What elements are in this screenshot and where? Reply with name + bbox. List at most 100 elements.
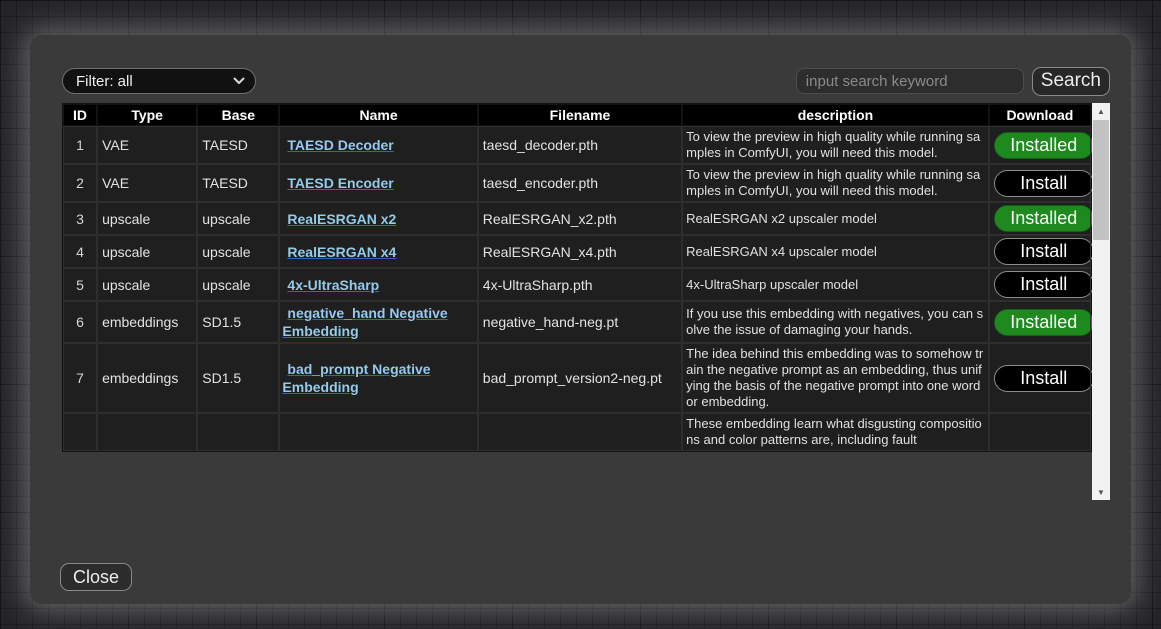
comfyui-canvas: { "dialog": { "filter": { "selected_labe…: [0, 0, 1161, 629]
cell-id: 3: [64, 203, 96, 234]
cell-filename: [479, 414, 681, 450]
cell-type: VAE: [98, 127, 196, 163]
search-input[interactable]: [796, 68, 1024, 94]
cell-filename: 4x-UltraSharp.pth: [479, 269, 681, 300]
cell-download: Install: [990, 165, 1090, 201]
cell-filename: bad_prompt_version2-neg.pt: [479, 344, 681, 412]
install-button[interactable]: Install: [994, 238, 1092, 265]
cell-download: [990, 414, 1090, 450]
col-header-name: Name: [280, 105, 476, 125]
cell-id: 4: [64, 236, 96, 267]
cell-name: TAESD Decoder: [280, 127, 476, 163]
cell-download: Installed: [990, 127, 1090, 163]
install-button[interactable]: Install: [994, 170, 1092, 197]
scroll-down-icon[interactable]: ▼: [1092, 484, 1110, 500]
col-header-description: description: [683, 105, 988, 125]
cell-type: [98, 414, 196, 450]
cell-download: Install: [990, 344, 1090, 412]
cell-name: 4x-UltraSharp: [280, 269, 476, 300]
col-header-id: ID: [64, 105, 96, 125]
models-scroll-area: ID Type Base Name Filename description D…: [62, 103, 1092, 500]
cell-name: RealESRGAN x4: [280, 236, 476, 267]
cell-filename: RealESRGAN_x2.pth: [479, 203, 681, 234]
cell-type: upscale: [98, 203, 196, 234]
cell-base: [198, 414, 278, 450]
install-button[interactable]: Install: [994, 271, 1092, 298]
scroll-up-icon[interactable]: ▲: [1092, 103, 1110, 119]
model-link[interactable]: negative_hand Negative Embedding: [282, 304, 472, 340]
cell-download: Install: [990, 269, 1090, 300]
model-link[interactable]: TAESD Decoder: [282, 136, 472, 154]
table-row: 6 embeddings SD1.5 negative_hand Negativ…: [64, 302, 1090, 342]
models-table-container: ID Type Base Name Filename description D…: [62, 103, 1110, 500]
models-table: ID Type Base Name Filename description D…: [62, 103, 1092, 452]
col-header-type: Type: [98, 105, 196, 125]
cell-base: upscale: [198, 236, 278, 267]
cell-download: Installed: [990, 203, 1090, 234]
cell-id: 5: [64, 269, 96, 300]
col-header-download: Download: [990, 105, 1090, 125]
install-button[interactable]: Installed: [994, 309, 1092, 336]
chevron-down-icon: [233, 77, 245, 85]
cell-description: These embedding learn what disgusting co…: [683, 414, 988, 450]
cell-id: 6: [64, 302, 96, 342]
filter-select-value: Filter: all: [76, 73, 133, 90]
close-button[interactable]: Close: [60, 563, 132, 591]
cell-download: Install: [990, 236, 1090, 267]
model-link[interactable]: 4x-UltraSharp: [282, 276, 472, 294]
cell-name: bad_prompt Negative Embedding: [280, 344, 476, 412]
cell-type: upscale: [98, 269, 196, 300]
cell-name: RealESRGAN x2: [280, 203, 476, 234]
cell-description: If you use this embedding with negatives…: [683, 302, 988, 342]
model-link[interactable]: RealESRGAN x4: [282, 243, 472, 261]
cell-description: To view the preview in high quality whil…: [683, 165, 988, 201]
table-row: 2 VAE TAESD TAESD Encoder taesd_encoder.…: [64, 165, 1090, 201]
cell-type: embeddings: [98, 344, 196, 412]
cell-name: [280, 414, 476, 450]
table-row: 7 embeddings SD1.5 bad_prompt Negative E…: [64, 344, 1090, 412]
cell-base: SD1.5: [198, 344, 278, 412]
cell-description: RealESRGAN x4 upscaler model: [683, 236, 988, 267]
cell-filename: RealESRGAN_x4.pth: [479, 236, 681, 267]
table-row: These embedding learn what disgusting co…: [64, 414, 1090, 450]
cell-description: To view the preview in high quality whil…: [683, 127, 988, 163]
model-table-body: 1 VAE TAESD TAESD Decoder taesd_decoder.…: [64, 127, 1090, 450]
search-button[interactable]: Search: [1032, 67, 1110, 96]
cell-description: RealESRGAN x2 upscaler model: [683, 203, 988, 234]
cell-id: 7: [64, 344, 96, 412]
cell-filename: taesd_decoder.pth: [479, 127, 681, 163]
install-button[interactable]: Install: [994, 365, 1092, 392]
cell-id: 2: [64, 165, 96, 201]
cell-base: TAESD: [198, 165, 278, 201]
cell-id: 1: [64, 127, 96, 163]
table-header-row: ID Type Base Name Filename description D…: [64, 105, 1090, 125]
dialog-toolbar: Filter: all Search: [62, 66, 1110, 96]
model-link[interactable]: RealESRGAN x2: [282, 210, 472, 228]
cell-type: embeddings: [98, 302, 196, 342]
table-row: 1 VAE TAESD TAESD Decoder taesd_decoder.…: [64, 127, 1090, 163]
cell-base: upscale: [198, 203, 278, 234]
col-header-base: Base: [198, 105, 278, 125]
cell-filename: taesd_encoder.pth: [479, 165, 681, 201]
cell-type: upscale: [98, 236, 196, 267]
cell-base: SD1.5: [198, 302, 278, 342]
install-button[interactable]: Installed: [994, 132, 1092, 159]
cell-type: VAE: [98, 165, 196, 201]
cell-base: TAESD: [198, 127, 278, 163]
cell-name: TAESD Encoder: [280, 165, 476, 201]
col-header-filename: Filename: [479, 105, 681, 125]
model-link[interactable]: bad_prompt Negative Embedding: [282, 360, 472, 396]
cell-description: The idea behind this embedding was to so…: [683, 344, 988, 412]
table-scrollbar[interactable]: ▲ ▼: [1092, 103, 1110, 500]
search-group: Search: [796, 67, 1110, 96]
table-row: 4 upscale upscale RealESRGAN x4 RealESRG…: [64, 236, 1090, 267]
scrollbar-thumb[interactable]: [1093, 120, 1109, 240]
table-row: 3 upscale upscale RealESRGAN x2 RealESRG…: [64, 203, 1090, 234]
cell-description: 4x-UltraSharp upscaler model: [683, 269, 988, 300]
cell-id: [64, 414, 96, 450]
cell-download: Installed: [990, 302, 1090, 342]
model-link[interactable]: TAESD Encoder: [282, 174, 472, 192]
filter-select[interactable]: Filter: all: [62, 68, 256, 94]
install-button[interactable]: Installed: [994, 205, 1092, 232]
table-row: 5 upscale upscale 4x-UltraSharp 4x-Ultra…: [64, 269, 1090, 300]
